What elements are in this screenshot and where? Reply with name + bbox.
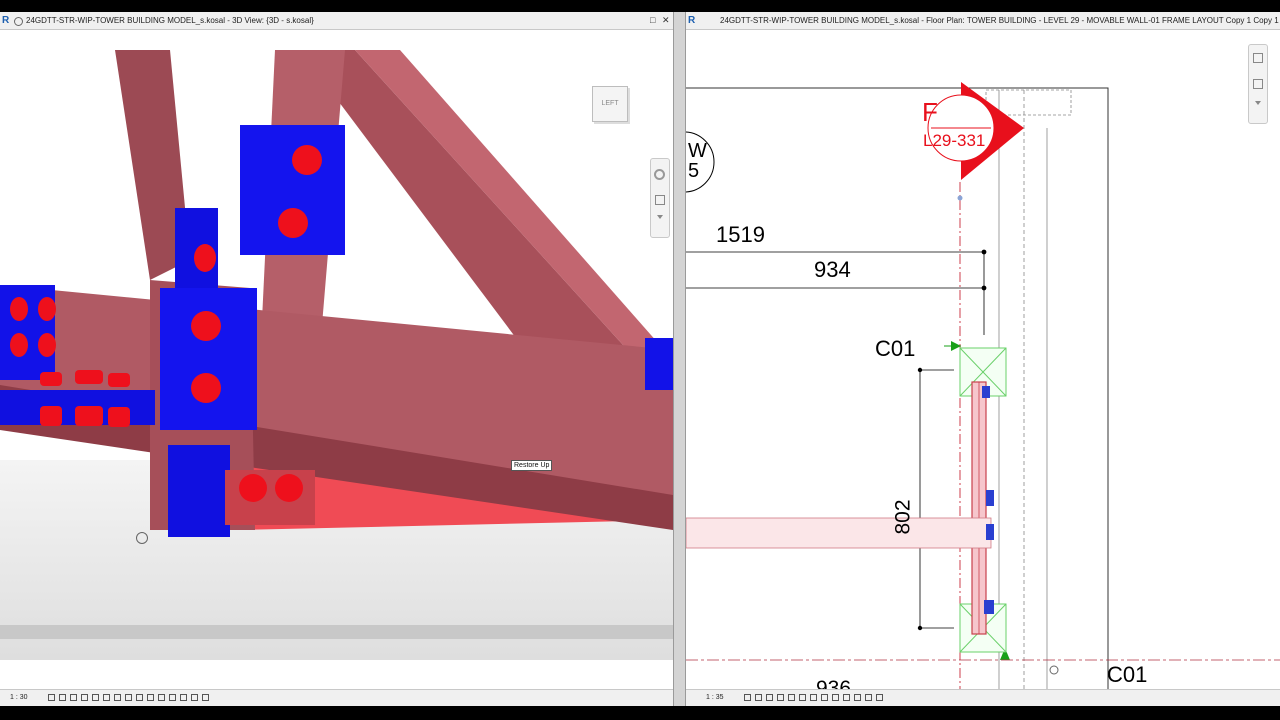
dimension-lines [686,249,987,631]
crop-icon[interactable] [788,694,795,701]
viewcube[interactable]: LEFT [592,86,628,122]
zoom-region-icon[interactable] [655,195,665,205]
window-splitter[interactable] [673,12,686,706]
stiffener [225,470,315,525]
callout-c01-bottom[interactable]: C01 [1107,662,1147,688]
worksharing-icon[interactable] [832,694,839,701]
view-scale[interactable]: 1 : 30 [10,690,28,706]
steel-connection-model [0,50,673,660]
reveal-hidden-icon[interactable] [821,694,828,701]
analytical-icon[interactable] [843,694,850,701]
view-type-icon [14,17,23,26]
show-crop-icon[interactable] [114,694,121,701]
navigation-bar[interactable] [1248,44,1268,124]
shadows-icon[interactable] [777,694,784,701]
crop-icon[interactable] [103,694,110,701]
crop-boundary [686,87,1109,690]
view-control-bar[interactable]: 1 : 35 [686,689,1280,706]
zoom-region-icon[interactable] [1253,53,1263,63]
window-3d-view[interactable]: R 24GDTT-STR-WIP-TOWER BUILDING MODEL_s.… [0,12,673,706]
detail-level-icon[interactable] [48,694,55,701]
revit-logo-icon: R [688,15,696,26]
end-plate [160,288,257,430]
view-control-icons[interactable] [744,694,883,701]
callout-c01-top[interactable]: C01 [875,336,915,362]
window-floor-plan[interactable]: R 24GDTT-STR-WIP-TOWER BUILDING MODEL_s.… [686,12,1280,706]
reveal-constraints-icon[interactable] [876,694,883,701]
slab-edge [0,625,673,639]
plan-canvas[interactable]: F L29-331 W 5 1519 934 C01 802 C01 936 [686,30,1280,700]
dimension-1519[interactable]: 1519 [716,222,765,248]
section-letter: F [922,97,938,127]
steering-wheel-icon[interactable] [654,169,665,180]
view-control-bar[interactable]: 1 : 30 [0,689,673,706]
dimension-934[interactable]: 934 [814,257,851,283]
titlebar-plan[interactable]: R 24GDTT-STR-WIP-TOWER BUILDING MODEL_s.… [686,12,1280,30]
right-plate [645,338,673,390]
render-icon[interactable] [92,694,99,701]
shadows-icon[interactable] [81,694,88,701]
analytical-icon[interactable] [169,694,176,701]
reveal-constraints-icon[interactable] [202,694,209,701]
close-icon[interactable]: ✕ [662,12,670,29]
dimension-802[interactable]: 802 [892,499,916,534]
view-control-icons[interactable] [48,694,209,701]
revit-logo-icon: R [2,15,10,26]
visual-style-icon[interactable] [755,694,762,701]
temporary-hide-icon[interactable] [136,694,143,701]
tooltip: Restore Up [511,460,553,471]
reveal-hidden-icon[interactable] [147,694,154,701]
navigation-bar[interactable] [650,158,670,238]
section-sheet: L29-331 [923,131,986,150]
constraints-icon[interactable] [191,694,198,701]
zoom-extents-icon[interactable] [1253,79,1263,89]
show-crop-icon[interactable] [799,694,806,701]
detail-level-icon[interactable] [744,694,751,701]
restore-icon[interactable]: □ [650,12,655,29]
screen-bottom-bar [0,706,1280,720]
beam-in-plan [686,517,992,549]
chevron-down-icon[interactable] [657,215,663,219]
visual-style-icon[interactable] [59,694,66,701]
plan-drawing [686,82,1280,690]
temporary-hide-icon[interactable] [810,694,817,701]
window-title: 24GDTT-STR-WIP-TOWER BUILDING MODEL_s.ko… [720,16,1279,25]
sun-path-icon[interactable] [70,694,77,701]
highlight-icon[interactable] [180,694,187,701]
constraints-icon[interactable] [865,694,872,701]
worksharing-icon[interactable] [158,694,165,701]
base-connection-plate [168,445,230,537]
screen-top-bar [0,0,1280,12]
lock-view-icon[interactable] [125,694,132,701]
side-section-label: W 5 [688,140,707,182]
window-title: 24GDTT-STR-WIP-TOWER BUILDING MODEL_s.ko… [26,16,314,25]
chevron-down-icon[interactable] [1255,101,1261,105]
sun-path-icon[interactable] [766,694,773,701]
highlight-icon[interactable] [854,694,861,701]
3d-canvas[interactable]: LEFT Restore Up [0,30,673,690]
titlebar-3d[interactable]: R 24GDTT-STR-WIP-TOWER BUILDING MODEL_s.… [0,12,673,30]
orbit-icon [136,532,148,544]
view-scale[interactable]: 1 : 35 [706,690,724,706]
